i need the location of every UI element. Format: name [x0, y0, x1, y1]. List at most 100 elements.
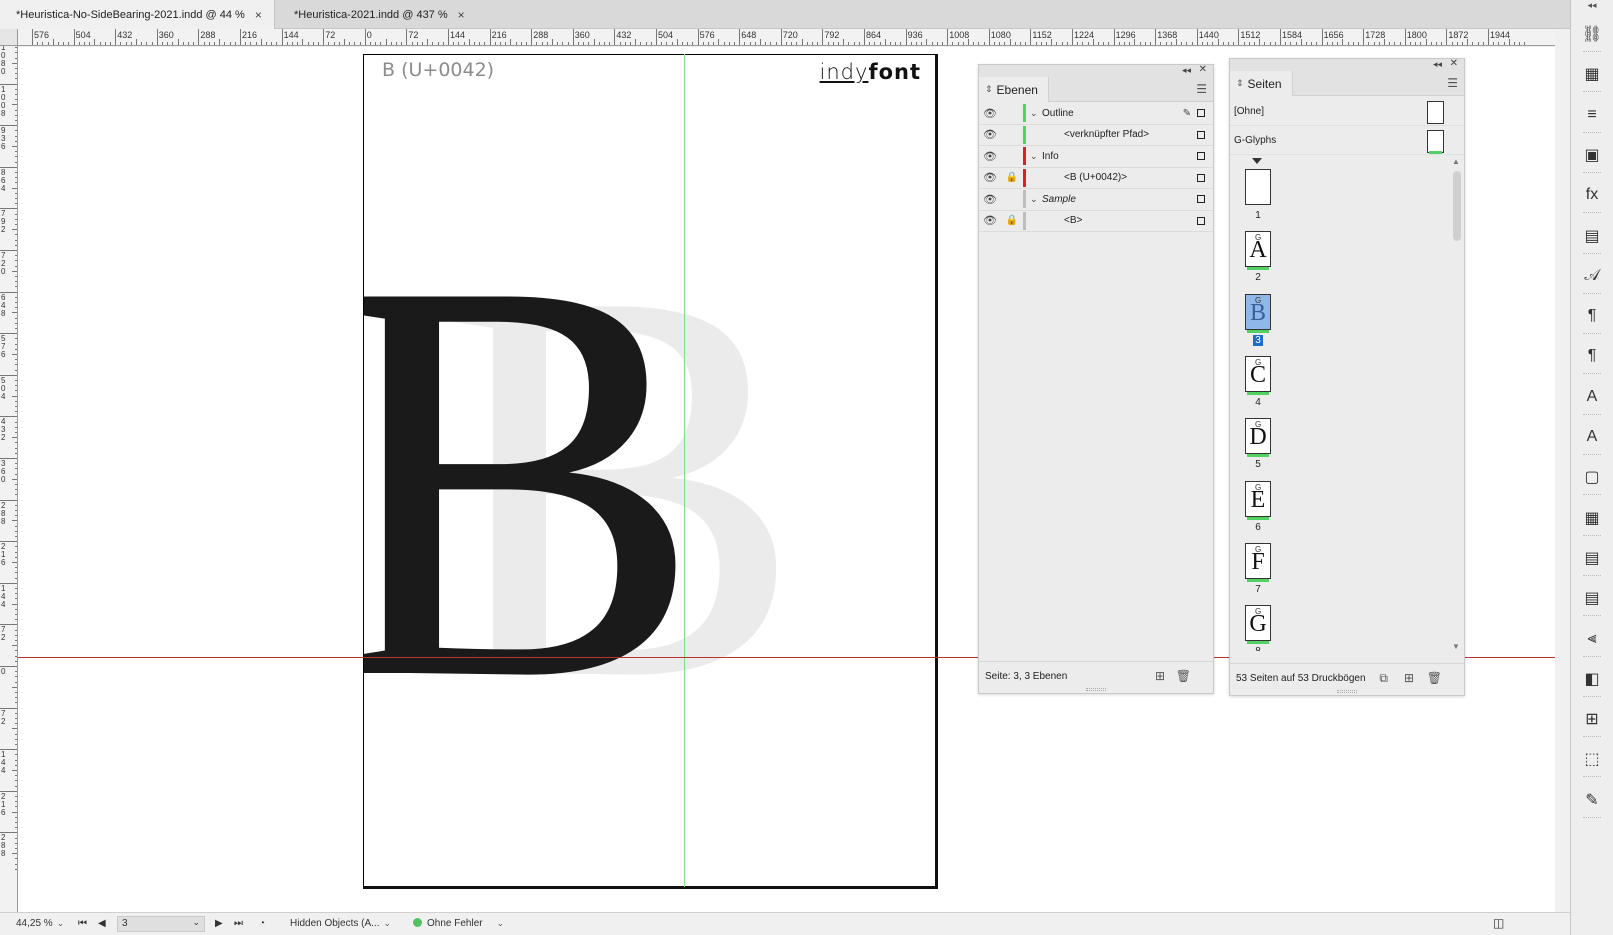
scroll-thumb[interactable]: [1453, 171, 1461, 241]
page-thumbnail[interactable]: GE: [1245, 480, 1271, 517]
paragraph-icon[interactable]: ¶: [1577, 302, 1607, 335]
scroll-up-icon[interactable]: ▲: [1452, 157, 1460, 166]
page-thumbnail[interactable]: GA: [1245, 231, 1271, 268]
page-thumbnail[interactable]: GC: [1245, 355, 1271, 392]
selection-square[interactable]: [1197, 195, 1205, 204]
selection-square[interactable]: [1197, 216, 1205, 225]
tab-pages[interactable]: ⇕ Seiten: [1230, 71, 1293, 96]
page-thumbnail[interactable]: GB: [1245, 293, 1271, 330]
gradient-icon[interactable]: ▣: [1577, 141, 1607, 173]
next-page-icon[interactable]: ▶: [215, 918, 223, 929]
new-page-icon[interactable]: ⊞: [1404, 671, 1414, 685]
selection-square[interactable]: [1197, 130, 1205, 139]
layer-name[interactable]: Sample: [1042, 194, 1177, 205]
pages-scrollbar[interactable]: ▲ ▼: [1450, 157, 1464, 651]
edit-page-size-icon[interactable]: ⧉: [1379, 671, 1388, 686]
collapse-icon[interactable]: ◂◂: [1182, 65, 1191, 76]
table-icon[interactable]: ▦: [1577, 504, 1607, 536]
character-icon[interactable]: A: [1577, 383, 1607, 415]
selection-square[interactable]: [1197, 152, 1205, 161]
vertical-ruler[interactable]: 1 0 8 0 1 0 0 8 9 3 6 8 6 4 7 9 2 7 2 0 6 4 8 5…: [0, 46, 18, 912]
layer-name[interactable]: Outline: [1042, 108, 1177, 119]
align-icon[interactable]: ⫷: [1577, 625, 1607, 657]
layer-row[interactable]: 👁 ⌄ Info: [979, 146, 1213, 168]
layer-row[interactable]: 👁 ⌄ Sample: [979, 189, 1213, 211]
tab-layers[interactable]: ⇕ Ebenen: [979, 77, 1049, 102]
selection-square[interactable]: [1197, 109, 1205, 118]
chevron-down-icon[interactable]: ⌄: [1030, 108, 1042, 119]
pages-list[interactable]: 1GA2GB3GC4GD5GE6GF7GG8: [1230, 157, 1450, 651]
resize-grip[interactable]: [1337, 690, 1357, 693]
page-title[interactable]: B (U+0042): [382, 59, 494, 81]
master-item[interactable]: G-Glyphs: [1230, 126, 1464, 155]
layer-row[interactable]: 👁 <verknüpfter Pfad>: [979, 125, 1213, 146]
horizontal-ruler[interactable]: 576 504 432 360 288 216 144 72 0 72 144 216 288 360 43…: [18, 29, 1555, 46]
panel-menu-icon[interactable]: ☰: [1196, 82, 1207, 96]
open-document-icon[interactable]: ◔: [259, 918, 265, 929]
cell-styles-icon[interactable]: ▤: [1577, 584, 1607, 617]
stroke-icon[interactable]: ≡: [1577, 101, 1607, 133]
visibility-eye-icon[interactable]: 👁: [979, 193, 1001, 206]
object-styles-icon[interactable]: ▢: [1577, 463, 1607, 496]
tab-document-1[interactable]: *Heuristica-No-SideBearing-2021.indd @ 4…: [0, 0, 275, 29]
close-icon[interactable]: ×: [255, 8, 262, 22]
visibility-eye-icon[interactable]: 👁: [979, 150, 1001, 163]
effects-icon[interactable]: fx: [1577, 181, 1607, 214]
panel-menu-icon[interactable]: ☰: [1447, 76, 1458, 90]
lock-icon[interactable]: 🔒: [1001, 172, 1023, 183]
first-page-icon[interactable]: ⏮: [78, 918, 87, 929]
lock-icon[interactable]: 🔒: [1001, 215, 1023, 226]
layer-name[interactable]: <B (U+0042)>: [1064, 172, 1177, 183]
pathfinder-icon[interactable]: ◧: [1577, 665, 1607, 697]
character-styles-icon[interactable]: 𝒜: [1577, 262, 1607, 294]
layer-row[interactable]: 👁 🔒 <B (U+0042)>: [979, 168, 1213, 189]
vertical-guide[interactable]: [684, 54, 685, 887]
layer-row[interactable]: 👁 ⌄ Outline ✎: [979, 103, 1213, 125]
scripts-icon[interactable]: ✎: [1577, 786, 1607, 818]
split-window-icon[interactable]: ◫: [1493, 916, 1504, 930]
links-icon[interactable]: ⛓: [1577, 20, 1607, 52]
chevron-down-icon[interactable]: ⌄: [1030, 194, 1042, 205]
selection-square[interactable]: [1197, 173, 1205, 182]
page-thumbnail[interactable]: GD: [1245, 418, 1271, 455]
glyphs-icon[interactable]: A: [1577, 423, 1607, 455]
transform-icon[interactable]: ⊞: [1577, 705, 1607, 738]
page-thumbnail[interactable]: GG: [1245, 605, 1271, 642]
layer-row[interactable]: 👁 🔒 <B>: [979, 211, 1213, 232]
visibility-eye-icon[interactable]: 👁: [979, 171, 1001, 184]
collapse-icon[interactable]: ◂◂: [1433, 59, 1442, 70]
close-icon[interactable]: ×: [458, 8, 465, 22]
layer-name[interactable]: <B>: [1064, 215, 1177, 226]
content-collector-icon[interactable]: ⬚: [1577, 745, 1607, 778]
page-thumbnail[interactable]: [1245, 169, 1271, 205]
scroll-down-icon[interactable]: ▼: [1452, 642, 1460, 651]
expand-dock-icon[interactable]: ◂◂: [1571, 0, 1613, 14]
table-styles-icon[interactable]: ▤: [1577, 544, 1607, 576]
visibility-eye-icon[interactable]: 👁: [979, 128, 1001, 141]
master-item[interactable]: [Ohne]: [1230, 97, 1464, 126]
pages-icon[interactable]: ▦: [1577, 60, 1607, 93]
trash-icon[interactable]: 🗑: [1427, 671, 1442, 685]
text-wrap-icon[interactable]: ▤: [1577, 222, 1607, 254]
chevron-down-icon[interactable]: ⌄: [1030, 151, 1042, 162]
paragraph-styles-icon[interactable]: ¶: [1577, 342, 1607, 375]
zoom-select[interactable]: 44,25 % ⌄: [16, 918, 64, 929]
layer-name[interactable]: Info: [1042, 151, 1177, 162]
view-mode-select[interactable]: Hidden Objects (A... ⌄: [290, 918, 391, 929]
page-thumbnail[interactable]: GF: [1245, 542, 1271, 579]
close-icon[interactable]: ✕: [1450, 58, 1458, 69]
last-page-icon[interactable]: ⏭: [234, 918, 243, 929]
visibility-eye-icon[interactable]: 👁: [979, 107, 1001, 120]
page-number-field[interactable]: 3 ⌄: [117, 916, 205, 932]
preflight-status[interactable]: Ohne Fehler ⌄: [413, 918, 504, 929]
visibility-eye-icon[interactable]: 👁: [979, 214, 1001, 227]
master-thumbnail[interactable]: [1427, 101, 1444, 124]
document-page[interactable]: B B B (U+0042) indyfont: [363, 54, 938, 889]
prev-page-icon[interactable]: ◀: [98, 918, 106, 929]
master-thumbnail[interactable]: [1427, 130, 1444, 153]
outline-glyph[interactable]: B: [364, 193, 704, 768]
new-layer-icon[interactable]: ⊞: [1155, 669, 1165, 683]
ruler-origin[interactable]: [0, 29, 18, 46]
layer-name[interactable]: <verknüpfter Pfad>: [1064, 129, 1177, 140]
brand-logo[interactable]: indyfont: [820, 60, 921, 84]
